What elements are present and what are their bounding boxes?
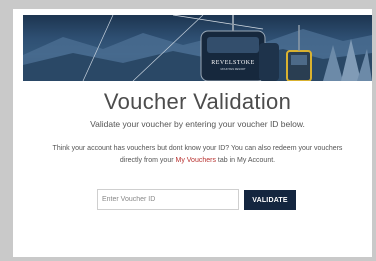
voucher-card: Voucher Validation Validate your voucher… <box>23 81 372 257</box>
info-text: Think your account has vouchers but dont… <box>45 143 350 167</box>
page-subtitle: Validate your voucher by entering your v… <box>90 119 305 129</box>
brand-name: REVELSTOKE <box>211 60 255 66</box>
hero-banner: REVELSTOKE MOUNTAIN RESORT <box>23 15 372 81</box>
gondola-cabin-icon: REVELSTOKE MOUNTAIN RESORT <box>200 15 279 81</box>
brand-tagline: MOUNTAIN RESORT <box>220 67 246 71</box>
gondola-scene: REVELSTOKE MOUNTAIN RESORT <box>23 15 372 81</box>
page-frame: REVELSTOKE MOUNTAIN RESORT Voucher Valid… <box>13 9 372 257</box>
voucher-id-input[interactable] <box>97 189 239 210</box>
validate-button[interactable]: VALIDATE <box>244 190 296 210</box>
my-vouchers-link[interactable]: My Vouchers <box>176 157 216 164</box>
page-title: Voucher Validation <box>103 89 292 114</box>
info-text-after: tab in My Account. <box>215 157 276 164</box>
